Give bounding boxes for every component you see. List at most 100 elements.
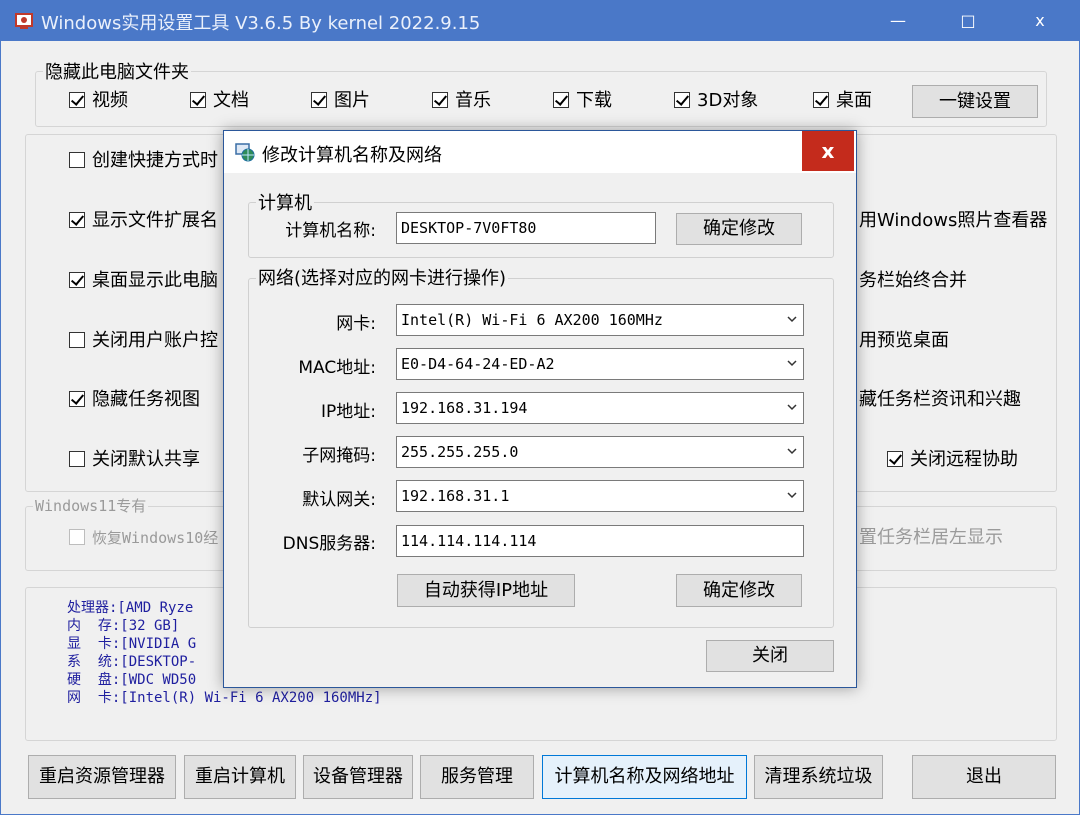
subnet-value: 255.255.255.0 [401, 443, 519, 461]
checkbox-label: 隐藏任务视图 [92, 389, 200, 410]
checkbox-box[interactable] [69, 529, 85, 545]
dns-input[interactable]: 114.114.114.114 [396, 525, 804, 557]
restart-computer-button[interactable]: 重启计算机 [184, 755, 296, 799]
checkbox-restore-win10[interactable]: 恢复Windows10经 [69, 527, 218, 549]
checkbox-label: 桌面 [836, 90, 872, 111]
computer-name-network-button[interactable]: 计算机名称及网络地址 [542, 755, 747, 799]
network-group-title: 网络(选择对应的网卡进行操作) [256, 264, 509, 290]
chevron-down-icon [787, 360, 797, 367]
mac-select[interactable]: E0-D4-64-24-ED-A2 [396, 348, 804, 380]
option-taskbar-combine[interactable]: 务栏始终合并 [859, 270, 967, 292]
win11-title: Windows11专有 [33, 495, 149, 516]
checkbox-desktop-this-pc[interactable]: 桌面显示此电脑 [69, 270, 218, 292]
ip-value: 192.168.31.194 [401, 399, 528, 417]
checkbox-box[interactable] [432, 92, 448, 108]
clean-junk-button[interactable]: 清理系统垃圾 [754, 755, 883, 799]
checkbox-label: 置任务栏居左显示 [859, 527, 1003, 548]
app-icon [15, 13, 33, 29]
computer-name-input[interactable]: DESKTOP-7V0FT80 [396, 212, 656, 244]
sysinfo-line: 网 卡:[Intel(R) Wi-Fi 6 AX200 160MHz] [67, 690, 382, 706]
checkbox-label: 创建快捷方式时 [92, 150, 218, 171]
close-button[interactable]: x [1005, 1, 1075, 41]
checkbox-documents[interactable]: 文档 [190, 90, 249, 112]
maximize-button[interactable]: □ [933, 1, 1003, 41]
checkbox-desktop[interactable]: 桌面 [813, 90, 872, 112]
computer-group-title: 计算机 [256, 189, 314, 215]
chevron-down-icon [787, 492, 797, 499]
chevron-down-icon [787, 404, 797, 411]
dialog-title-bar: 修改计算机名称及网络 x [224, 131, 856, 173]
checkbox-box[interactable] [553, 92, 569, 108]
adapter-label: 网卡: [336, 314, 376, 334]
checkbox-label: 务栏始终合并 [859, 270, 967, 291]
checkbox-disable-default-share[interactable]: 关闭默认共享 [69, 449, 200, 471]
checkbox-label: 音乐 [455, 90, 491, 111]
checkbox-label: 桌面显示此电脑 [92, 270, 218, 291]
checkbox-3d-objects[interactable]: 3D对象 [674, 90, 758, 112]
mac-label: MAC地址: [298, 358, 376, 378]
minimize-button[interactable]: — [863, 1, 933, 41]
adapter-select[interactable]: Intel(R) Wi-Fi 6 AX200 160MHz [396, 304, 804, 336]
checkbox-disable-uac[interactable]: 关闭用户账户控 [69, 330, 218, 352]
dns-label: DNS服务器: [282, 534, 376, 554]
option-photo-viewer[interactable]: 用Windows照片查看器 [859, 210, 1047, 232]
checkbox-label: 下载 [576, 90, 612, 111]
checkbox-label: 关闭默认共享 [92, 449, 200, 470]
service-manager-button[interactable]: 服务管理 [420, 755, 534, 799]
checkbox-box[interactable] [69, 212, 85, 228]
checkbox-videos[interactable]: 视频 [69, 90, 128, 112]
checkbox-label: 文档 [213, 90, 249, 111]
checkbox-downloads[interactable]: 下载 [553, 90, 612, 112]
checkbox-box[interactable] [813, 92, 829, 108]
subnet-label: 子网掩码: [302, 446, 376, 466]
checkbox-box[interactable] [311, 92, 327, 108]
gateway-value: 192.168.31.1 [401, 487, 510, 505]
checkbox-remote-assist[interactable]: 关闭远程协助 [887, 449, 1018, 471]
gateway-label: 默认网关: [302, 490, 376, 510]
checkbox-box[interactable] [69, 391, 85, 407]
main-window: Windows实用设置工具 V3.6.5 By kernel 2022.9.15… [0, 0, 1080, 815]
checkbox-label: 关闭远程协助 [910, 449, 1018, 470]
checkbox-box[interactable] [69, 272, 85, 288]
chevron-down-icon [787, 448, 797, 455]
exit-button[interactable]: 退出 [912, 755, 1056, 799]
hide-folders-title: 隐藏此电脑文件夹 [43, 58, 191, 84]
checkbox-box[interactable] [887, 451, 903, 467]
checkbox-box[interactable] [190, 92, 206, 108]
checkbox-hide-task-view[interactable]: 隐藏任务视图 [69, 389, 200, 411]
adapter-value: Intel(R) Wi-Fi 6 AX200 160MHz [401, 311, 663, 329]
checkbox-music[interactable]: 音乐 [432, 90, 491, 112]
checkbox-box[interactable] [69, 451, 85, 467]
restart-explorer-button[interactable]: 重启资源管理器 [28, 755, 176, 799]
ip-select[interactable]: 192.168.31.194 [396, 392, 804, 424]
dialog-close-bottom-button[interactable]: 关闭 [706, 640, 834, 672]
checkbox-box[interactable] [69, 92, 85, 108]
checkbox-show-extensions[interactable]: 显示文件扩展名 [69, 210, 218, 232]
network-globe-icon [235, 143, 255, 162]
checkbox-label: 图片 [334, 90, 370, 111]
confirm-name-button[interactable]: 确定修改 [676, 213, 802, 245]
confirm-network-button[interactable]: 确定修改 [676, 574, 802, 607]
subnet-select[interactable]: 255.255.255.0 [396, 436, 804, 468]
chevron-down-icon [787, 316, 797, 323]
dialog-close-button[interactable]: x [802, 131, 854, 171]
network-dialog: 修改计算机名称及网络 x 计算机 计算机名称: DESKTOP-7V0FT80 … [223, 130, 857, 688]
checkbox-box[interactable] [69, 332, 85, 348]
device-manager-button[interactable]: 设备管理器 [303, 755, 413, 799]
option-taskbar-left[interactable]: 置任务栏居左显示 [859, 527, 1003, 549]
ip-label: IP地址: [321, 402, 376, 422]
checkbox-label: 用预览桌面 [859, 330, 949, 351]
option-hide-news[interactable]: 藏任务栏资讯和兴趣 [859, 389, 1021, 411]
apply-hide-folders-button[interactable]: 一键设置 [912, 85, 1038, 118]
checkbox-shortcut-option[interactable]: 创建快捷方式时 [69, 150, 218, 172]
checkbox-label: 显示文件扩展名 [92, 210, 218, 231]
checkbox-label: 视频 [92, 90, 128, 111]
gateway-select[interactable]: 192.168.31.1 [396, 480, 804, 512]
mac-value: E0-D4-64-24-ED-A2 [401, 355, 555, 373]
checkbox-box[interactable] [69, 152, 85, 168]
checkbox-box[interactable] [674, 92, 690, 108]
checkbox-label: 关闭用户账户控 [92, 330, 218, 351]
auto-ip-button[interactable]: 自动获得IP地址 [397, 574, 575, 607]
option-peek-desktop[interactable]: 用预览桌面 [859, 330, 949, 352]
checkbox-pictures[interactable]: 图片 [311, 90, 370, 112]
